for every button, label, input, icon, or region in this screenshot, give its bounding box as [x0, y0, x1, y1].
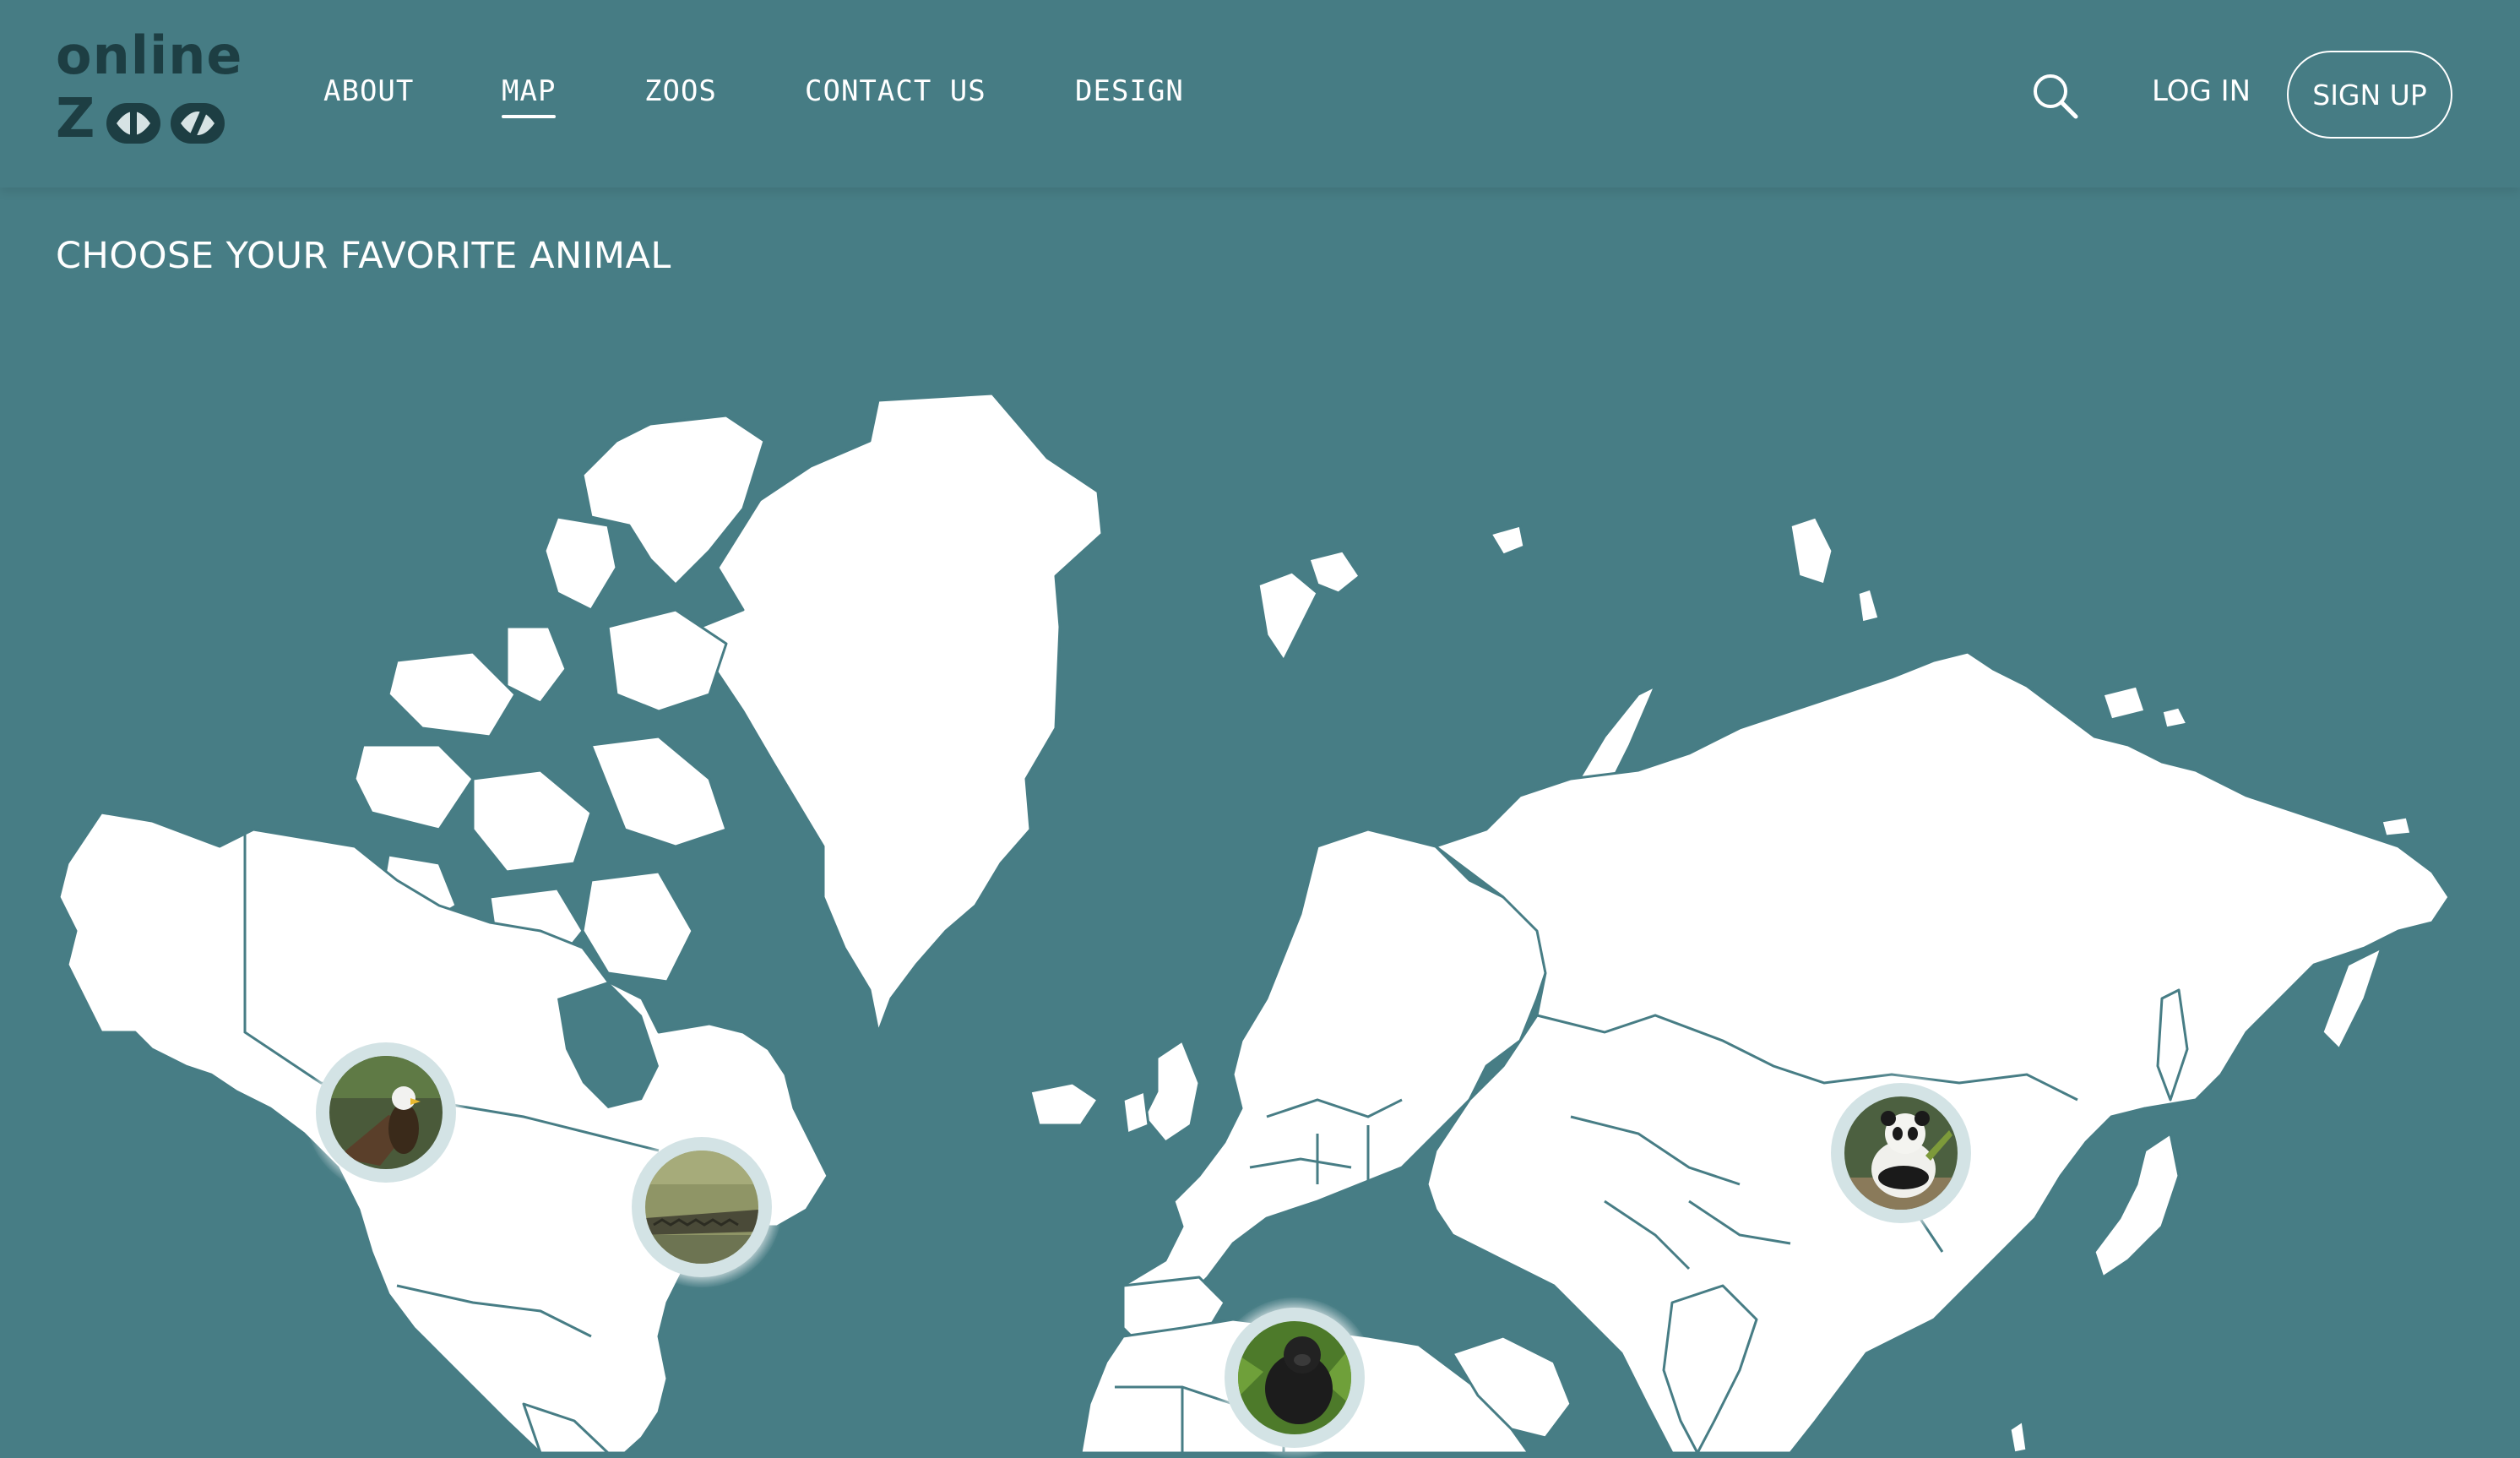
kamchatka: [2321, 946, 2383, 1051]
franz-josef: [1489, 524, 1526, 557]
japan: [2093, 1132, 2181, 1279]
logo-word: online: [56, 24, 243, 86]
iceland: [1029, 1081, 1100, 1127]
arctic-island-5: [387, 650, 517, 738]
arctic-island-11: [581, 870, 694, 983]
eagle-photo: [329, 1056, 443, 1169]
search-button[interactable]: [2030, 71, 2081, 122]
svalbard: [1257, 570, 1319, 662]
pin-panda[interactable]: [1821, 1073, 1981, 1233]
ireland: [1122, 1090, 1150, 1135]
arctic-island-4: [505, 625, 568, 705]
pin-alligator[interactable]: [622, 1127, 782, 1287]
site-header: online Z ABOUT MAP ZOOS CONTACT US DESIG…: [0, 0, 2520, 188]
nav-zoos[interactable]: ZOOS: [644, 74, 717, 108]
alligator-photo: [645, 1151, 758, 1264]
logo-eyes-icon: [106, 103, 225, 144]
signup-button[interactable]: SIGN UP: [2287, 51, 2452, 139]
greenland-landmass: [699, 392, 1104, 1034]
login-link[interactable]: LOG IN: [2152, 74, 2251, 108]
arctic-island-6: [353, 743, 475, 831]
arctic-island-2: [543, 515, 618, 612]
siberian-island-4: [2160, 705, 2189, 730]
gorilla-photo: [1238, 1321, 1351, 1434]
taiwan: [2008, 1419, 2028, 1453]
arctic-island-8: [589, 735, 728, 848]
asia-landmass: [1426, 650, 2451, 1453]
pin-eagle[interactable]: [306, 1032, 466, 1193]
svalbard-2: [1307, 549, 1361, 595]
logo-mark: Z: [56, 90, 233, 155]
great-britain: [1143, 1039, 1201, 1144]
search-icon: [2034, 74, 2078, 119]
panda-photo: [1844, 1096, 1958, 1210]
arctic-island-7: [471, 769, 593, 873]
nav-contact-us[interactable]: CONTACT US: [805, 74, 986, 108]
nav-design[interactable]: DESIGN: [1075, 74, 1184, 108]
siberian-island-3: [2101, 684, 2147, 721]
siberian-island-1: [1789, 515, 1834, 586]
pin-gorilla[interactable]: [1214, 1298, 1375, 1458]
nav-map[interactable]: MAP: [502, 74, 557, 118]
wrangel: [2380, 815, 2413, 838]
siberian-island-2: [1856, 587, 1881, 624]
nav-about[interactable]: ABOUT: [323, 74, 414, 108]
world-map-svg: [57, 392, 2451, 1453]
world-map: [0, 188, 2520, 1453]
online-zoo-logo[interactable]: online Z: [56, 25, 242, 155]
